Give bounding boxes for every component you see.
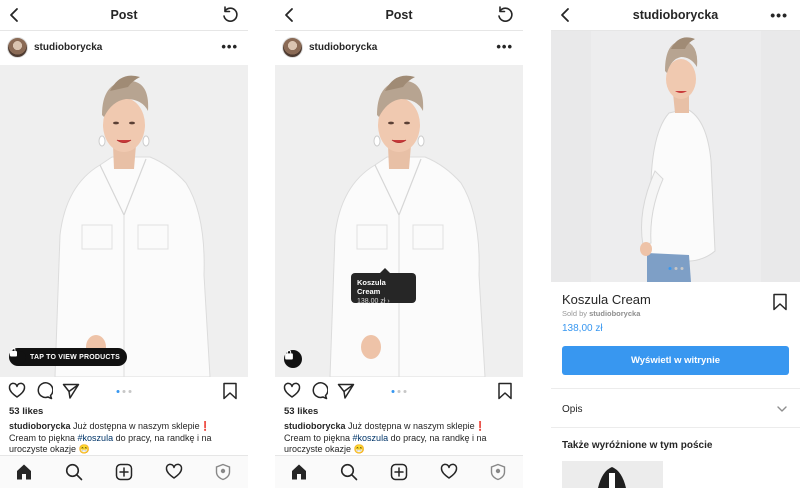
author-username[interactable]: studioborycka <box>309 42 377 53</box>
divider <box>551 427 800 428</box>
home-icon[interactable] <box>15 463 33 481</box>
post-author-row: studioborycka ••• <box>0 31 248 65</box>
caption-text-3: do pracy, na randkę i na <box>113 432 212 443</box>
tap-to-view-products-label: TAP TO VIEW PRODUCTS <box>30 353 120 361</box>
bookmark-icon[interactable] <box>221 382 239 400</box>
chevron-down-icon[interactable] <box>776 403 788 415</box>
heart-icon[interactable] <box>8 382 26 400</box>
header-title: Post <box>110 8 138 22</box>
more-icon[interactable]: ••• <box>221 39 238 54</box>
bottom-tab-bar <box>0 455 248 488</box>
carousel-indicator <box>116 390 132 393</box>
product-tag-tooltip[interactable]: Koszula Cream 138,00 zł › <box>351 268 416 305</box>
product-price: 138,00 zł <box>562 323 603 334</box>
view-on-website-button[interactable]: Wyświetl w witrynie <box>562 346 789 375</box>
comment-icon[interactable] <box>310 382 328 400</box>
likes-count[interactable]: 53 likes <box>284 406 318 417</box>
carousel-indicator <box>391 390 407 393</box>
post-screen-2: Post studioborycka ••• Koszula Cream 138… <box>275 0 523 488</box>
share-icon[interactable] <box>337 382 355 400</box>
sold-by-prefix: Sold by <box>562 309 590 318</box>
caption-exclamation: ❗ <box>474 421 486 431</box>
heart-icon[interactable] <box>283 382 301 400</box>
comment-icon[interactable] <box>35 382 53 400</box>
avatar[interactable] <box>282 37 303 58</box>
product-tag-price-row: 138,00 zł › <box>357 298 410 305</box>
share-icon[interactable] <box>62 382 80 400</box>
header: studioborycka ••• <box>551 0 800 31</box>
tap-to-view-products-button[interactable]: TAP TO VIEW PRODUCTS <box>9 348 127 366</box>
description-label[interactable]: Opis <box>562 404 583 415</box>
model-photo <box>0 65 248 377</box>
caption-hashtag[interactable]: #koszula <box>353 433 389 443</box>
bookmark-icon[interactable] <box>496 382 514 400</box>
caption-text-2: Cream to piękna <box>284 432 353 443</box>
more-icon[interactable]: ••• <box>770 7 788 23</box>
product-tag-name: Koszula Cream <box>357 278 386 296</box>
caption-text-1: Już dostępna w naszym sklepie <box>70 421 200 431</box>
shopping-bag-icon <box>10 348 26 364</box>
caption-text-1: Już dostępna w naszym sklepie <box>345 421 475 431</box>
header: Post <box>0 0 248 31</box>
profile-icon[interactable] <box>489 463 507 481</box>
post-caption: studioborycka Już dostępna w naszym skle… <box>9 421 242 456</box>
caption-username[interactable]: studioborycka <box>9 421 71 431</box>
search-icon[interactable] <box>340 463 358 481</box>
caption-hashtag[interactable]: #koszula <box>78 433 114 443</box>
search-icon[interactable] <box>65 463 83 481</box>
post-photo[interactable]: TAP TO VIEW PRODUCTS <box>0 65 248 377</box>
post-screen-1: Post studioborycka ••• TAP TO VIEW PRODU… <box>0 0 248 488</box>
add-icon[interactable] <box>115 463 133 481</box>
product-photo[interactable] <box>551 31 800 282</box>
activity-heart-icon[interactable] <box>165 463 183 481</box>
post-actions <box>0 380 248 404</box>
divider <box>551 388 800 389</box>
sold-by: Sold by studioborycka <box>562 309 640 318</box>
caption-text-4: uroczyste okazje 😁 <box>284 444 365 454</box>
product-tag-price: 138,00 zł <box>357 298 386 305</box>
shopping-bag-icon <box>285 350 293 360</box>
post-actions <box>275 380 523 404</box>
post-author-row: studioborycka ••• <box>275 31 523 65</box>
featured-product-thumbnail[interactable] <box>562 461 663 488</box>
author-username[interactable]: studioborycka <box>34 42 102 53</box>
product-name: Koszula Cream <box>562 292 651 307</box>
profile-icon[interactable] <box>214 463 232 481</box>
bookmark-icon[interactable] <box>772 293 788 311</box>
activity-heart-icon[interactable] <box>440 463 458 481</box>
carousel-indicator <box>668 267 683 270</box>
sold-by-name[interactable]: studioborycka <box>589 309 640 318</box>
chevron-right-icon: › <box>387 298 390 305</box>
post-photo[interactable]: Koszula Cream 138,00 zł › <box>275 65 523 377</box>
post-caption: studioborycka Już dostępna w naszym skle… <box>284 421 517 456</box>
caption-text-3: do pracy, na randkę i na <box>388 432 487 443</box>
header-title: studioborycka <box>632 8 719 22</box>
caption-text-4: uroczyste okazje 😁 <box>9 444 90 454</box>
model-side-photo <box>551 31 800 282</box>
product-detail-screen: studioborycka ••• Koszula Cream Sold by … <box>551 0 800 488</box>
home-icon[interactable] <box>290 463 308 481</box>
shopping-bag-button[interactable] <box>284 350 302 368</box>
likes-count[interactable]: 53 likes <box>9 406 43 417</box>
model-photo <box>275 65 523 377</box>
bottom-tab-bar <box>275 455 523 488</box>
header-title: Post <box>385 8 413 22</box>
more-icon[interactable]: ••• <box>496 39 513 54</box>
also-featured-heading: Także wyróżnione w tym poście <box>562 440 713 451</box>
avatar[interactable] <box>7 37 28 58</box>
caption-text-2: Cream to piękna <box>9 432 78 443</box>
caption-username[interactable]: studioborycka <box>284 421 346 431</box>
header: Post <box>275 0 523 31</box>
caption-exclamation: ❗ <box>199 421 211 431</box>
refresh-icon[interactable] <box>220 5 240 25</box>
add-icon[interactable] <box>390 463 408 481</box>
refresh-icon[interactable] <box>495 5 515 25</box>
